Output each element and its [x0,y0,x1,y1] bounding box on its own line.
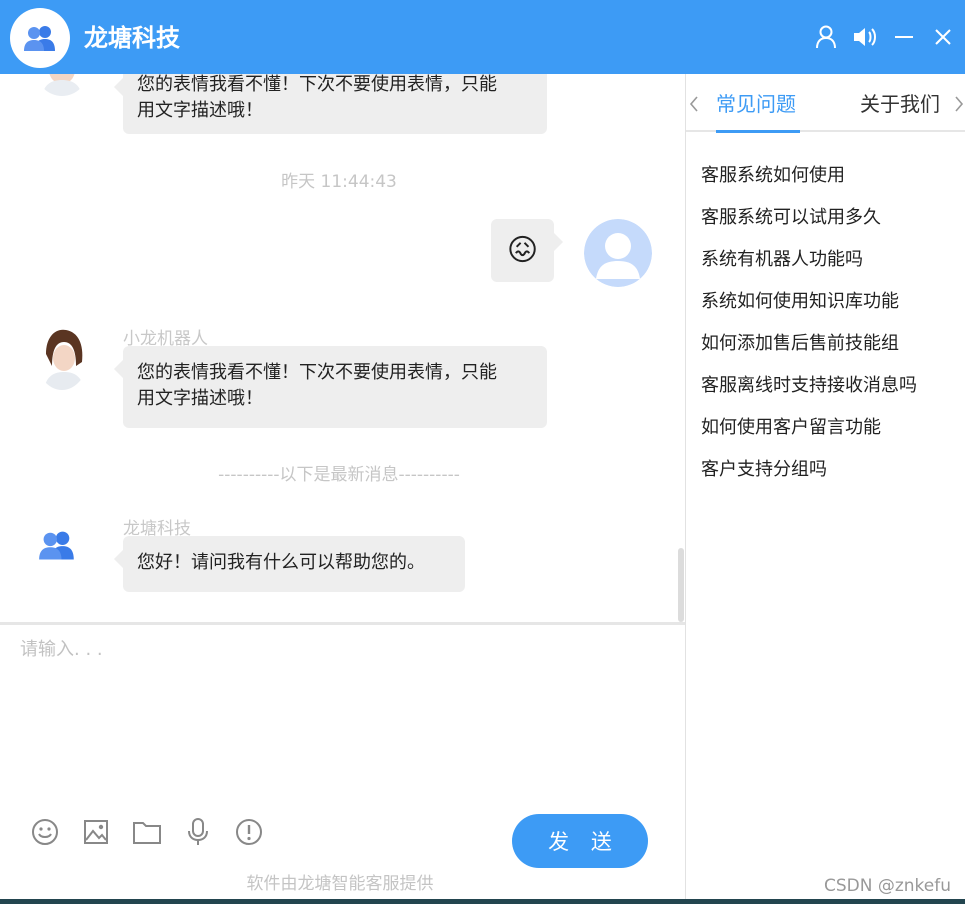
chat-scrollbar[interactable] [678,548,684,622]
message-bubble: 您的表情我看不懂！下次不要使用表情，只能 用文字描述哦！ [114,74,547,134]
tab-prev-button[interactable] [686,94,702,114]
message-text: 您的表情我看不懂！下次不要使用表情，只能 [137,74,497,95]
voice-button[interactable] [182,816,214,848]
tab-about[interactable]: 关于我们 [860,90,940,118]
robot-avatar [36,324,88,390]
timestamp: 昨天 11:44:43 [281,172,397,192]
users-group-icon [39,531,74,560]
report-button[interactable] [233,816,265,848]
chevron-left-icon [689,96,698,112]
logo [10,8,70,68]
alert-icon [236,819,262,845]
faq-item[interactable]: 系统如何使用知识库功能 [701,288,961,330]
side-panel-tabs: 常见问题 关于我们 [686,74,965,132]
agent-avatar-icon [36,74,88,96]
active-tab-indicator [716,130,800,133]
minimize-button[interactable] [889,22,919,52]
faq-item[interactable]: 客服系统可以试用多久 [701,204,961,246]
emoji-button[interactable] [29,816,61,848]
message-text: 用文字描述哦！ [137,388,263,409]
file-button[interactable] [131,816,163,848]
powered-by-text: 软件由龙塘智能客服提供 [246,874,434,894]
chevron-right-icon [955,96,964,112]
company-avatar [38,529,80,565]
close-button[interactable] [928,22,958,52]
new-messages-divider: ----------以下是最新消息---------- [218,465,460,485]
watermark: CSDN @znkefu [823,876,951,896]
tab-faq[interactable]: 常见问题 [716,90,796,118]
emoji-tired-face-icon: 😖 [506,232,539,268]
faq-list: 客服系统如何使用 客服系统可以试用多久 系统有机器人功能吗 系统如何使用知识库功… [701,162,961,498]
agent-avatar-icon [36,329,88,390]
user-icon [816,25,836,49]
user-button[interactable] [811,22,841,52]
smiley-icon [32,819,58,845]
volume-icon [854,28,876,46]
message-text: 用文字描述哦！ [137,100,263,121]
message-bubble: 😖 [491,219,563,282]
image-button[interactable] [80,816,112,848]
title-bar: 龙塘科技 [0,0,965,74]
faq-item[interactable]: 系统有机器人功能吗 [701,246,961,288]
user-avatar [584,219,652,287]
send-button[interactable]: 发 送 [512,814,648,868]
faq-item[interactable]: 如何添加售后售前技能组 [701,330,961,372]
folder-icon [133,822,161,844]
message-input[interactable] [0,625,685,800]
image-icon [84,820,108,844]
faq-item[interactable]: 客服离线时支持接收消息吗 [701,372,961,414]
faq-item[interactable]: 如何使用客户留言功能 [701,414,961,456]
robot-avatar [36,74,88,96]
faq-item[interactable]: 客服系统如何使用 [701,162,961,204]
tab-next-button[interactable] [951,94,965,114]
faq-item[interactable]: 客户支持分组吗 [701,456,961,498]
microphone-icon [188,818,208,845]
message-text: 您的表情我看不懂！下次不要使用表情，只能 [137,362,497,383]
users-group-icon [24,26,55,51]
message-text: 您好！请问我有什么可以帮助您的。 [137,552,425,573]
message-bubble: 您的表情我看不懂！下次不要使用表情，只能 用文字描述哦！ [114,346,547,428]
default-user-avatar-icon [584,219,652,287]
close-icon [935,29,951,45]
chat-history[interactable]: 您的表情我看不懂！下次不要使用表情，只能 用文字描述哦！ 昨天 11:44:43… [0,74,685,622]
message-bubble: 您好！请问我有什么可以帮助您的。 [114,536,465,592]
panel-divider [685,74,686,900]
minimize-icon [895,36,913,38]
window-bottom-edge [0,899,965,904]
volume-button[interactable] [850,22,880,52]
app-title: 龙塘科技 [84,24,180,52]
